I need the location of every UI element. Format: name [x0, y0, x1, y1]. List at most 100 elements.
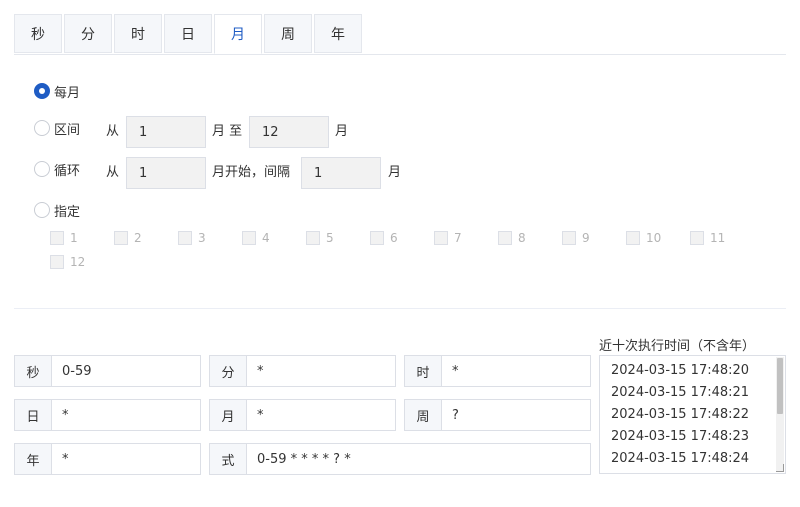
every-month-radio[interactable]	[34, 83, 50, 99]
range-label: 区间	[54, 122, 81, 138]
tab-minute[interactable]: 分	[64, 14, 112, 53]
checkbox-label: 5	[326, 231, 334, 245]
range-mid-label: 月 至	[212, 124, 243, 139]
run-time-item: 2024-03-15 17:48:24	[611, 451, 750, 466]
month-checkbox-8[interactable]: 8	[498, 231, 526, 245]
run-times-textarea[interactable]: 2024-03-15 17:48:20 2024-03-15 17:48:21 …	[599, 355, 786, 474]
year-field-label: 年	[15, 444, 52, 474]
tab-second[interactable]: 秒	[14, 14, 62, 53]
cycle-label: 循环	[54, 163, 81, 179]
range-radio[interactable]	[34, 120, 50, 136]
checkbox-box[interactable]	[114, 231, 128, 245]
checkbox-box[interactable]	[498, 231, 512, 245]
range-end-input[interactable]: 12	[249, 116, 329, 148]
expression-field: 式 0-59 * * * * ? *	[209, 443, 591, 475]
cycle-radio[interactable]	[34, 161, 50, 177]
option-cycle[interactable]: 循环	[34, 159, 80, 179]
tab-day[interactable]: 日	[164, 14, 212, 53]
minute-field-label: 分	[210, 356, 247, 386]
run-time-item: 2024-03-15 17:48:23	[611, 429, 750, 444]
month-checkbox-7[interactable]: 7	[434, 231, 462, 245]
cycle-start-input[interactable]: 1	[126, 157, 206, 189]
second-field: 秒 0-59	[14, 355, 201, 387]
second-field-value[interactable]: 0-59	[52, 356, 200, 386]
checkbox-box[interactable]	[562, 231, 576, 245]
month-checkbox-10[interactable]: 10	[626, 231, 661, 245]
week-field: 周 ?	[404, 399, 591, 431]
checkbox-box[interactable]	[306, 231, 320, 245]
tab-week[interactable]: 周	[264, 14, 312, 53]
month-field: 月 *	[209, 399, 396, 431]
specify-label: 指定	[54, 204, 81, 220]
checkbox-box[interactable]	[434, 231, 448, 245]
checkbox-box[interactable]	[370, 231, 384, 245]
expression-field-value[interactable]: 0-59 * * * * ? *	[247, 444, 590, 474]
run-time-item: 2024-03-15 17:48:22	[611, 407, 750, 422]
checkbox-label: 3	[198, 231, 206, 245]
checkbox-label: 10	[646, 231, 662, 245]
month-checkbox-6[interactable]: 6	[370, 231, 398, 245]
week-field-value[interactable]: ?	[442, 400, 590, 430]
run-times-title: 近十次执行时间（不含年）	[599, 339, 756, 354]
checkbox-box[interactable]	[178, 231, 192, 245]
run-time-item: 2024-03-15 17:48:21	[611, 385, 750, 400]
specify-radio[interactable]	[34, 202, 50, 218]
month-checkbox-9[interactable]: 9	[562, 231, 590, 245]
checkbox-label: 6	[390, 231, 398, 245]
checkbox-label: 8	[518, 231, 526, 245]
option-range[interactable]: 区间	[34, 118, 80, 138]
month-checkbox-11[interactable]: 11	[690, 231, 725, 245]
month-field-label: 月	[210, 400, 247, 430]
checkbox-label: 9	[582, 231, 590, 245]
week-field-label: 周	[405, 400, 442, 430]
tab-bar: 秒 分 时 日 月 周 年	[14, 14, 786, 55]
month-field-value[interactable]: *	[247, 400, 395, 430]
checkbox-label: 11	[710, 231, 726, 245]
year-field: 年 *	[14, 443, 201, 475]
resize-handle-icon[interactable]	[776, 464, 784, 472]
day-field-label: 日	[15, 400, 52, 430]
range-suffix-label: 月	[335, 124, 349, 139]
checkbox-box[interactable]	[626, 231, 640, 245]
run-times-scrollbar[interactable]	[776, 357, 784, 472]
month-checkbox-2[interactable]: 2	[114, 231, 142, 245]
cycle-suffix-label: 月	[388, 165, 402, 180]
tab-year[interactable]: 年	[314, 14, 362, 53]
range-from-label: 从	[106, 124, 120, 139]
run-time-item: 2024-03-15 17:48:20	[611, 363, 750, 378]
checkbox-label: 1	[70, 231, 78, 245]
day-field-value[interactable]: *	[52, 400, 200, 430]
checkbox-box[interactable]	[50, 255, 64, 269]
checkbox-box[interactable]	[50, 231, 64, 245]
month-checkbox-1[interactable]: 1	[50, 231, 78, 245]
hour-field-value[interactable]: *	[442, 356, 590, 386]
checkbox-box[interactable]	[690, 231, 704, 245]
checkbox-box[interactable]	[242, 231, 256, 245]
month-checkbox-12[interactable]: 12	[50, 255, 85, 269]
scrollbar-thumb[interactable]	[777, 358, 783, 414]
section-divider	[14, 308, 786, 309]
expression-field-label: 式	[210, 444, 247, 474]
run-times-list: 2024-03-15 17:48:20 2024-03-15 17:48:21 …	[611, 360, 749, 470]
cycle-interval-input[interactable]: 1	[301, 157, 381, 189]
tab-hour[interactable]: 时	[114, 14, 162, 53]
checkbox-label: 2	[134, 231, 142, 245]
day-field: 日 *	[14, 399, 201, 431]
option-specify[interactable]: 指定	[34, 200, 80, 220]
every-month-label: 每月	[54, 85, 81, 101]
checkbox-label: 7	[454, 231, 462, 245]
month-checkbox-3[interactable]: 3	[178, 231, 206, 245]
minute-field: 分 *	[209, 355, 396, 387]
year-field-value[interactable]: *	[52, 444, 200, 474]
option-every-month[interactable]: 每月	[34, 81, 80, 101]
second-field-label: 秒	[15, 356, 52, 386]
cycle-from-label: 从	[106, 165, 120, 180]
month-checkbox-5[interactable]: 5	[306, 231, 334, 245]
month-checkbox-4[interactable]: 4	[242, 231, 270, 245]
tab-month[interactable]: 月	[214, 14, 262, 54]
hour-field: 时 *	[404, 355, 591, 387]
cycle-mid-label: 月开始，间隔	[212, 165, 291, 180]
minute-field-value[interactable]: *	[247, 356, 395, 386]
range-start-input[interactable]: 1	[126, 116, 206, 148]
checkbox-label: 12	[70, 255, 86, 269]
